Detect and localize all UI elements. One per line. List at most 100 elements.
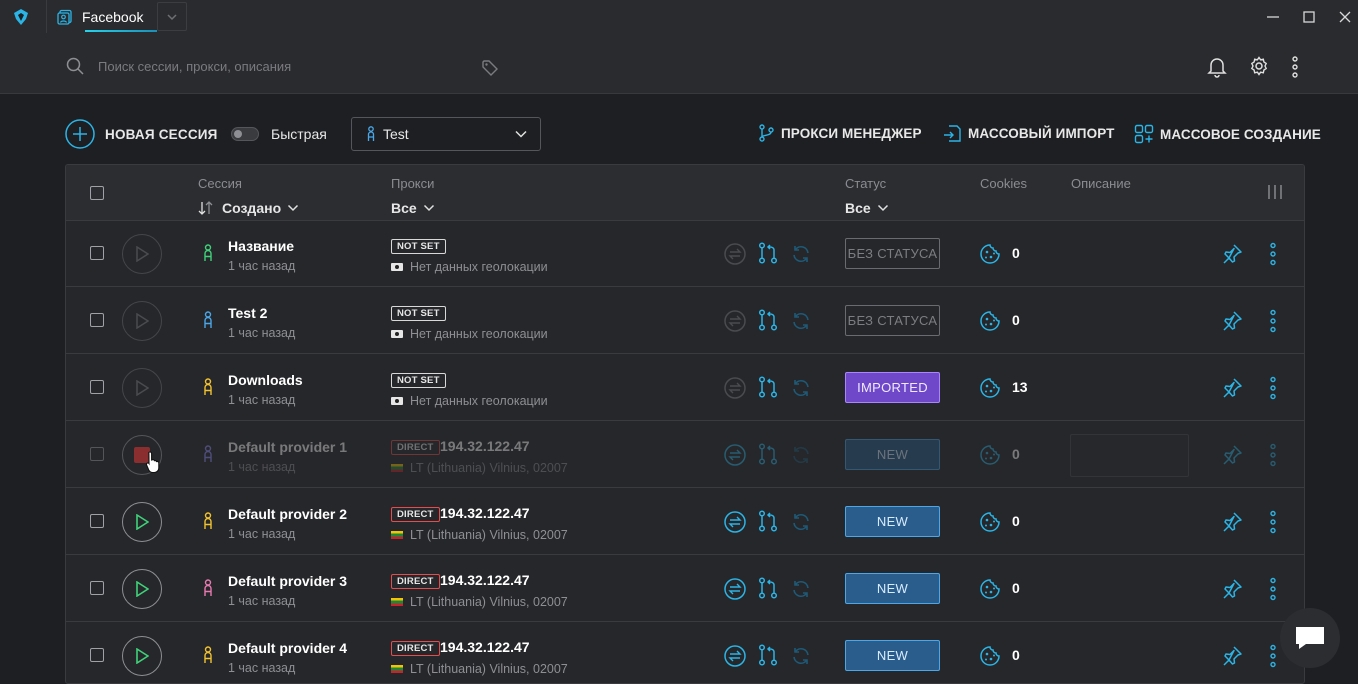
start-session-button[interactable]: [122, 234, 162, 274]
select-all-checkbox[interactable]: [90, 186, 104, 200]
new-session-button[interactable]: НОВАЯ СЕССИЯ: [65, 119, 218, 149]
proxy-filter-button[interactable]: Все: [391, 200, 435, 216]
row-checkbox[interactable]: [90, 313, 104, 327]
status-badge[interactable]: NEW: [845, 640, 940, 671]
session-name[interactable]: Default provider 4: [228, 640, 347, 656]
session-name[interactable]: Downloads: [228, 372, 303, 388]
play-icon: [136, 313, 149, 329]
git-branch-icon[interactable]: [758, 376, 778, 398]
proxy-manager-button[interactable]: ПРОКСИ МЕНЕДЖЕР: [758, 124, 922, 142]
refresh-icon[interactable]: [791, 512, 811, 532]
proxy-geo-text: LT (Lithuania) Vilnius, 02007: [410, 662, 568, 676]
more-vertical-icon[interactable]: [1268, 242, 1278, 266]
search-input[interactable]: [98, 55, 468, 77]
more-vertical-icon[interactable]: [1268, 577, 1278, 601]
more-vertical-icon[interactable]: [1268, 443, 1278, 467]
pin-icon[interactable]: [1221, 444, 1243, 466]
mass-import-button[interactable]: МАССОВЫЙ ИМПОРТ: [943, 124, 1114, 143]
pin-icon[interactable]: [1221, 377, 1243, 399]
row-checkbox[interactable]: [90, 246, 104, 260]
row-checkbox[interactable]: [90, 648, 104, 662]
more-vertical-icon[interactable]: [1290, 56, 1300, 78]
status-badge[interactable]: NEW: [845, 573, 940, 604]
refresh-icon[interactable]: [791, 646, 811, 666]
session-sort-button[interactable]: Создано: [198, 200, 299, 216]
chat-button[interactable]: [1280, 608, 1340, 668]
play-icon: [136, 380, 149, 396]
swap-icon[interactable]: [724, 511, 746, 533]
status-badge[interactable]: БЕЗ СТАТУСА: [845, 238, 940, 269]
close-icon[interactable]: [1336, 8, 1354, 26]
pin-icon[interactable]: [1221, 310, 1243, 332]
swap-icon[interactable]: [724, 578, 746, 600]
maximize-icon[interactable]: [1300, 8, 1318, 26]
table-row[interactable]: Downloads 1 час назад NOT SET Нет данных…: [66, 355, 1304, 421]
session-name[interactable]: Test 2: [228, 305, 267, 321]
table-row[interactable]: Default provider 3 1 час назад DIRECT 19…: [66, 556, 1304, 622]
more-vertical-icon[interactable]: [1268, 376, 1278, 400]
pin-icon[interactable]: [1221, 511, 1243, 533]
git-branch-icon[interactable]: [758, 443, 778, 465]
status-badge[interactable]: NEW: [845, 439, 940, 470]
minimize-icon[interactable]: [1264, 8, 1282, 26]
refresh-icon[interactable]: [791, 378, 811, 398]
session-name[interactable]: Default provider 2: [228, 506, 347, 522]
row-checkbox[interactable]: [90, 380, 104, 394]
import-icon: [944, 125, 961, 142]
tag-icon[interactable]: [481, 59, 499, 77]
gear-icon[interactable]: [1249, 56, 1269, 76]
table-row[interactable]: Default provider 2 1 час назад DIRECT 19…: [66, 489, 1304, 555]
columns-icon[interactable]: [1267, 184, 1283, 200]
sort-icon: [198, 201, 213, 215]
row-checkbox[interactable]: [90, 447, 104, 461]
status-badge[interactable]: IMPORTED: [845, 372, 940, 403]
tab-facebook[interactable]: Facebook: [46, 0, 157, 33]
group-select[interactable]: Test: [351, 117, 541, 151]
status-filter-button[interactable]: Все: [845, 200, 889, 216]
lithuania-flag-icon: [391, 598, 403, 606]
swap-icon[interactable]: [724, 310, 746, 332]
more-vertical-icon[interactable]: [1268, 309, 1278, 333]
session-name[interactable]: Default provider 1: [228, 439, 347, 455]
row-checkbox[interactable]: [90, 514, 104, 528]
start-session-button[interactable]: [122, 368, 162, 408]
refresh-icon[interactable]: [791, 244, 811, 264]
row-checkbox[interactable]: [90, 581, 104, 595]
pin-icon[interactable]: [1221, 645, 1243, 667]
git-branch-icon[interactable]: [758, 577, 778, 599]
bell-icon[interactable]: [1207, 56, 1227, 78]
swap-icon[interactable]: [724, 377, 746, 399]
swap-icon[interactable]: [724, 645, 746, 667]
table-row[interactable]: Название 1 час назад NOT SET Нет данных …: [66, 221, 1304, 287]
git-branch-icon[interactable]: [758, 242, 778, 264]
refresh-icon[interactable]: [791, 445, 811, 465]
start-session-button[interactable]: [122, 569, 162, 609]
table-row[interactable]: Test 2 1 час назад NOT SET Нет данных ге…: [66, 288, 1304, 354]
swap-icon[interactable]: [724, 444, 746, 466]
more-vertical-icon[interactable]: [1268, 510, 1278, 534]
git-branch-icon[interactable]: [758, 510, 778, 532]
session-time: 1 час назад: [228, 460, 296, 474]
quick-toggle[interactable]: [231, 127, 259, 141]
start-session-button[interactable]: [122, 502, 162, 542]
pin-icon[interactable]: [1221, 243, 1243, 265]
table-row[interactable]: Default provider 4 1 час назад DIRECT 19…: [66, 623, 1304, 683]
table-row[interactable]: Default provider 1 1 час назад DIRECT 19…: [66, 422, 1304, 488]
git-branch-icon[interactable]: [758, 309, 778, 331]
refresh-icon[interactable]: [791, 579, 811, 599]
more-vertical-icon[interactable]: [1268, 644, 1278, 668]
proxy-type-badge: DIRECT: [391, 574, 440, 589]
start-session-button[interactable]: [122, 301, 162, 341]
swap-icon[interactable]: [724, 243, 746, 265]
pin-icon[interactable]: [1221, 578, 1243, 600]
start-session-button[interactable]: [122, 636, 162, 676]
mass-create-button[interactable]: МАССОВОЕ СОЗДАНИЕ: [1134, 124, 1321, 144]
refresh-icon[interactable]: [791, 311, 811, 331]
session-name[interactable]: Default provider 3: [228, 573, 347, 589]
session-name[interactable]: Название: [228, 238, 294, 254]
git-branch-icon[interactable]: [758, 644, 778, 666]
tab-dropdown-button[interactable]: [157, 2, 187, 31]
status-badge[interactable]: БЕЗ СТАТУСА: [845, 305, 940, 336]
status-badge[interactable]: NEW: [845, 506, 940, 537]
description-field[interactable]: [1070, 434, 1189, 477]
